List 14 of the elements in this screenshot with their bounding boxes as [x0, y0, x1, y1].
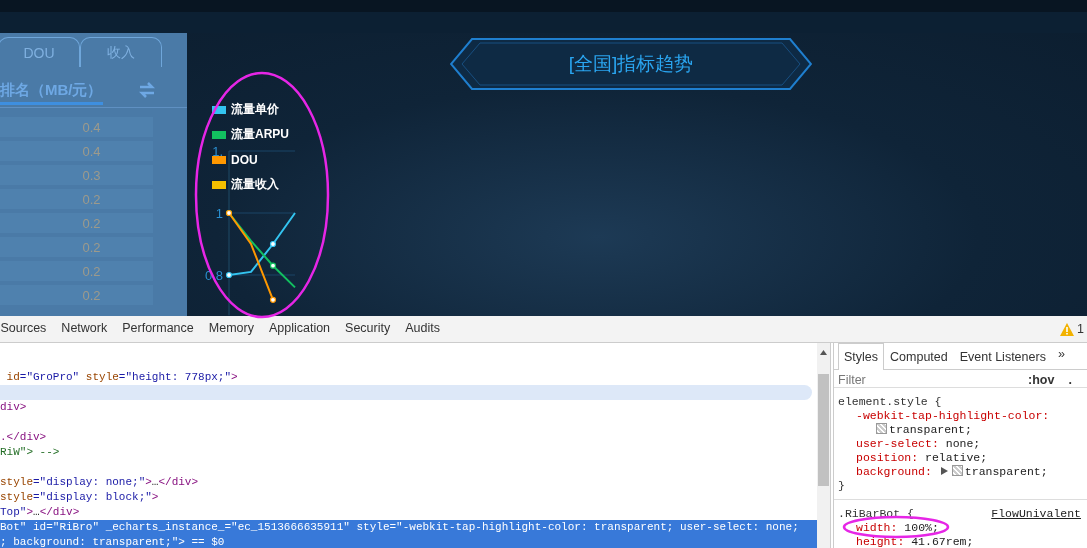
ranking-title: 排名（MB/元）: [0, 81, 103, 105]
css-brace: }: [838, 479, 846, 493]
y-tick-label: 1.: [212, 144, 223, 159]
ranking-value: 0.4: [82, 119, 101, 135]
ranking-value: 0.2: [82, 287, 101, 303]
ranking-value: 0.2: [82, 239, 101, 255]
ranking-value: 0.2: [82, 263, 101, 279]
ranking-value: 0.2: [82, 191, 101, 207]
y-tick-label: 1: [215, 206, 223, 221]
title-banner: [全国]指标趋势: [450, 38, 812, 90]
css-selector: element.style {: [838, 395, 942, 409]
ranking-value: 0.3: [82, 167, 101, 183]
ranking-value: 0.4: [82, 143, 101, 159]
ranking-value: 0.2: [82, 215, 101, 231]
